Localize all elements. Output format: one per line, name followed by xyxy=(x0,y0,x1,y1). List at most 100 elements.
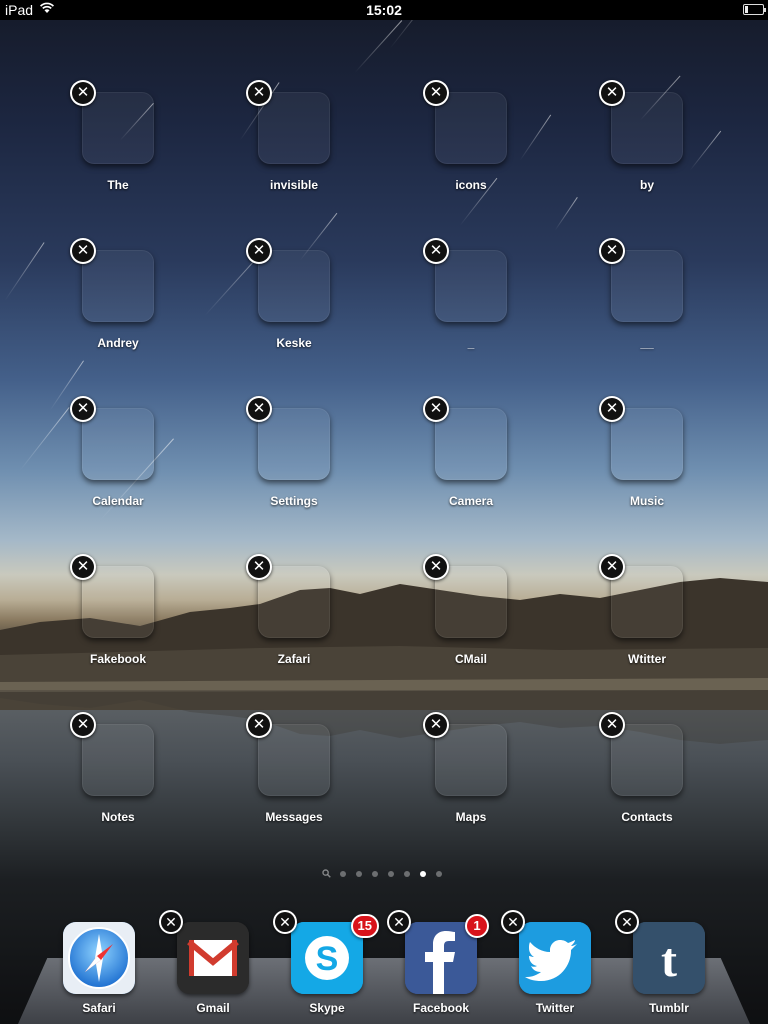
page-dot[interactable] xyxy=(388,871,394,877)
battery-icon xyxy=(743,4,766,15)
app-label: Maps xyxy=(455,810,487,824)
app-icon--[interactable]: ✕ _ xyxy=(401,238,541,380)
delete-badge-icon[interactable]: ✕ xyxy=(159,910,183,934)
page-dot[interactable] xyxy=(404,871,410,877)
delete-badge-icon[interactable]: ✕ xyxy=(246,554,272,580)
delete-badge-icon[interactable]: ✕ xyxy=(615,910,639,934)
app-label: Wtitter xyxy=(628,652,666,666)
delete-badge-icon[interactable]: ✕ xyxy=(70,554,96,580)
delete-badge-icon[interactable]: ✕ xyxy=(246,396,272,422)
dock-app-label: Tumblr xyxy=(649,1001,689,1015)
app-icon-calendar[interactable]: ✕ Calendar xyxy=(48,396,188,538)
dock-app-label: Gmail xyxy=(196,1001,230,1015)
notification-badge: 15 xyxy=(350,914,379,938)
bird-icon[interactable] xyxy=(519,922,591,994)
app-icon-notes[interactable]: ✕ Notes xyxy=(48,712,188,854)
app-icon-andrey[interactable]: ✕ Andrey xyxy=(48,238,188,380)
app-label: Contacts xyxy=(621,810,673,824)
compass-icon[interactable] xyxy=(63,922,135,994)
app-icon-cmail[interactable]: ✕ CMail xyxy=(401,554,541,696)
delete-badge-icon[interactable]: ✕ xyxy=(599,396,625,422)
dock-app-twitter[interactable]: ✕ Twitter xyxy=(499,910,611,1022)
delete-badge-icon[interactable]: ✕ xyxy=(599,712,625,738)
app-label: __ xyxy=(640,336,654,350)
app-label: by xyxy=(639,178,654,192)
app-label: invisible xyxy=(269,178,319,192)
delete-badge-icon[interactable]: ✕ xyxy=(599,554,625,580)
svg-text:S: S xyxy=(316,940,339,978)
delete-badge-icon[interactable]: ✕ xyxy=(423,554,449,580)
delete-badge-icon[interactable]: ✕ xyxy=(70,396,96,422)
app-icon-settings[interactable]: ✕ Settings xyxy=(224,396,364,538)
app-icon-wtitter[interactable]: ✕ Wtitter xyxy=(577,554,717,696)
app-icon-zafari[interactable]: ✕ Zafari xyxy=(224,554,364,696)
delete-badge-icon[interactable]: ✕ xyxy=(246,238,272,264)
page-indicator[interactable] xyxy=(0,868,768,880)
app-icon-maps[interactable]: ✕ Maps xyxy=(401,712,541,854)
app-icon-camera[interactable]: ✕ Camera xyxy=(401,396,541,538)
app-label: Keske xyxy=(276,336,312,350)
page-dot[interactable] xyxy=(436,871,442,877)
envelope-icon[interactable] xyxy=(177,922,249,994)
app-icon-keske[interactable]: ✕ Keske xyxy=(224,238,364,380)
delete-badge-icon[interactable]: ✕ xyxy=(246,712,272,738)
dock-app-safari[interactable]: Safari xyxy=(43,922,155,1022)
delete-badge-icon[interactable]: ✕ xyxy=(246,80,272,106)
app-label: Camera xyxy=(448,494,494,508)
dock-app-label: Facebook xyxy=(412,1001,469,1015)
app-label: CMail xyxy=(454,652,487,666)
delete-badge-icon[interactable]: ✕ xyxy=(599,238,625,264)
dock-app-tumblr[interactable]: t ✕ Tumblr xyxy=(613,910,725,1022)
star-trail xyxy=(554,197,578,231)
dock-app-label: Skype xyxy=(309,1001,345,1015)
page-dot[interactable] xyxy=(372,871,378,877)
app-icon-fakebook[interactable]: ✕ Fakebook xyxy=(48,554,188,696)
app-label: Settings xyxy=(270,494,318,508)
delete-badge-icon[interactable]: ✕ xyxy=(387,910,411,934)
app-icon-invisible[interactable]: ✕ invisible xyxy=(224,80,364,222)
notification-badge: 1 xyxy=(465,914,489,938)
app-label: Fakebook xyxy=(89,652,146,666)
page-dot[interactable] xyxy=(420,871,426,877)
page-dot[interactable] xyxy=(340,871,346,877)
delete-badge-icon[interactable]: ✕ xyxy=(423,712,449,738)
search-icon[interactable] xyxy=(322,869,331,878)
app-label: The xyxy=(107,178,129,192)
app-label: Notes xyxy=(101,810,135,824)
delete-badge-icon[interactable]: ✕ xyxy=(423,396,449,422)
app-label: _ xyxy=(467,336,475,350)
page-dot[interactable] xyxy=(356,871,362,877)
app-label: Music xyxy=(629,494,664,508)
dock-app-skype[interactable]: S ✕ 15 Skype xyxy=(271,910,383,1022)
app-icon-messages[interactable]: ✕ Messages xyxy=(224,712,364,854)
delete-badge-icon[interactable]: ✕ xyxy=(501,910,525,934)
app-icon-the[interactable]: ✕ The xyxy=(48,80,188,222)
dock-app-gmail[interactable]: ✕ Gmail xyxy=(157,910,269,1022)
delete-badge-icon[interactable]: ✕ xyxy=(599,80,625,106)
tumblr-t-icon[interactable]: t xyxy=(633,922,705,994)
app-label: Zafari xyxy=(277,652,311,666)
app-icon-icons[interactable]: ✕ icons xyxy=(401,80,541,222)
delete-badge-icon[interactable]: ✕ xyxy=(70,238,96,264)
delete-badge-icon[interactable]: ✕ xyxy=(70,80,96,106)
dock-app-label: Safari xyxy=(82,1001,116,1015)
star-trail xyxy=(4,242,45,301)
delete-badge-icon[interactable]: ✕ xyxy=(273,910,297,934)
app-label: icons xyxy=(455,178,487,192)
dock-app-label: Twitter xyxy=(535,1001,575,1015)
app-icon-contacts[interactable]: ✕ Contacts xyxy=(577,712,717,854)
delete-badge-icon[interactable]: ✕ xyxy=(423,80,449,106)
svg-text:t: t xyxy=(661,934,677,987)
app-label: Messages xyxy=(265,810,323,824)
app-label: Andrey xyxy=(97,336,139,350)
app-label: Calendar xyxy=(92,494,144,508)
dock-app-facebook[interactable]: ✕ 1 Facebook xyxy=(385,910,497,1022)
clock: 15:02 xyxy=(366,2,402,18)
delete-badge-icon[interactable]: ✕ xyxy=(423,238,449,264)
status-bar: iPad 15:02 xyxy=(0,0,768,20)
app-icon-music[interactable]: ✕ Music xyxy=(577,396,717,538)
star-trail xyxy=(354,20,403,73)
app-icon-by[interactable]: ✕ by xyxy=(577,80,717,222)
app-icon--[interactable]: ✕ __ xyxy=(577,238,717,380)
delete-badge-icon[interactable]: ✕ xyxy=(70,712,96,738)
